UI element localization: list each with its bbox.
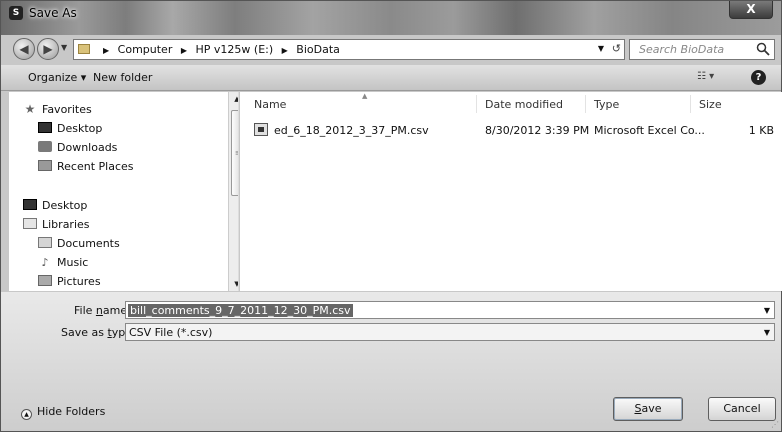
organize-button[interactable]: Organize ▾ bbox=[28, 71, 86, 84]
nav-item-label: Music bbox=[57, 256, 89, 269]
forward-arrow-icon: ▶ bbox=[43, 42, 53, 56]
file-size: 1 KB bbox=[748, 124, 774, 137]
forward-button[interactable]: ▶ bbox=[37, 38, 59, 60]
breadcrumb-separator[interactable]: ▶ bbox=[103, 46, 109, 55]
help-icon[interactable]: ? bbox=[751, 70, 766, 85]
views-button[interactable]: ☷ ▾ bbox=[697, 71, 714, 82]
nav-item-label: Favorites bbox=[42, 103, 92, 116]
column-header-type[interactable]: Type bbox=[594, 98, 619, 111]
file-list: Name ▲ Date modified Type Size ed_6_18_2… bbox=[240, 92, 782, 291]
refresh-icon[interactable]: ↺ bbox=[612, 42, 621, 55]
command-bar: Organize ▾ New folder ☷ ▾ ? bbox=[1, 65, 781, 91]
nav-item-label: Desktop bbox=[42, 199, 88, 212]
back-button[interactable]: ◀ bbox=[13, 38, 35, 60]
hide-folders-toggle[interactable]: ▲ Hide Folders bbox=[21, 405, 105, 420]
nav-item-music[interactable]: ♪ Music bbox=[38, 256, 88, 272]
scroll-up-icon[interactable]: ▲ bbox=[229, 92, 238, 106]
file-name-label: File name: bbox=[74, 304, 131, 317]
excel-csv-file-icon bbox=[254, 123, 268, 136]
column-header-size[interactable]: Size bbox=[699, 98, 722, 111]
music-icon: ♪ bbox=[41, 256, 49, 269]
new-folder-button[interactable]: New folder bbox=[93, 71, 152, 84]
hide-folders-label: Hide Folders bbox=[37, 405, 106, 418]
nav-item-desktop-root[interactable]: Desktop bbox=[23, 199, 87, 215]
column-divider[interactable] bbox=[690, 95, 691, 113]
column-header-name[interactable]: Name bbox=[254, 98, 286, 111]
recent-places-icon bbox=[38, 160, 52, 171]
search-placeholder: Search BioData bbox=[639, 43, 725, 56]
breadcrumb-item-computer[interactable]: Computer bbox=[118, 43, 173, 56]
nav-item-label: Desktop bbox=[57, 122, 103, 135]
nav-item-recent-places[interactable]: Recent Places bbox=[38, 160, 134, 176]
address-bar[interactable]: ▶ Computer ▶ HP v125w (E:) ▶ BioData ▼ ↺ bbox=[73, 39, 625, 60]
label-text: Save as bbox=[61, 326, 108, 339]
nav-item-desktop[interactable]: Desktop bbox=[38, 122, 102, 138]
nav-item-libraries[interactable]: Libraries bbox=[23, 218, 90, 234]
nav-item-downloads[interactable]: Downloads bbox=[38, 141, 117, 157]
chevron-down-icon[interactable]: ▼ bbox=[764, 306, 770, 315]
save-as-type-value: CSV File (*.csv) bbox=[129, 326, 213, 339]
nav-item-label: Documents bbox=[57, 237, 120, 250]
search-icon[interactable] bbox=[756, 42, 770, 56]
desktop-icon bbox=[23, 199, 37, 210]
star-icon: ★ bbox=[24, 102, 36, 116]
collapse-icon: ▲ bbox=[21, 409, 32, 420]
save-as-dialog: S Save As X ◀ ▶ ▼ ▶ Computer ▶ HP v125w … bbox=[0, 0, 782, 432]
file-type: Microsoft Excel Co... bbox=[594, 124, 705, 137]
save-button[interactable]: Save bbox=[613, 397, 683, 421]
back-arrow-icon: ◀ bbox=[19, 42, 29, 56]
desktop-icon bbox=[38, 122, 52, 133]
label-accelerator: n bbox=[95, 304, 103, 317]
title-bar[interactable]: S Save As X bbox=[1, 1, 781, 35]
close-button[interactable]: X bbox=[729, 1, 773, 19]
pictures-icon bbox=[38, 275, 52, 286]
libraries-icon bbox=[23, 218, 37, 229]
app-icon: S bbox=[9, 6, 23, 20]
nav-item-label: Pictures bbox=[57, 275, 101, 288]
file-date-modified: 8/30/2012 3:39 PM bbox=[485, 124, 590, 137]
breadcrumb-separator[interactable]: ▶ bbox=[282, 46, 288, 55]
file-name-value[interactable]: bill_comments_9_7_2011_12_30_PM.csv bbox=[128, 304, 353, 317]
file-row[interactable]: ed_6_18_2012_3_37_PM.csv 8/30/2012 3:39 … bbox=[254, 122, 774, 140]
documents-icon bbox=[38, 237, 52, 248]
search-input[interactable]: Search BioData bbox=[629, 39, 775, 60]
nav-item-pictures[interactable]: Pictures bbox=[38, 275, 101, 291]
cancel-button[interactable]: Cancel bbox=[708, 397, 776, 421]
file-name: ed_6_18_2012_3_37_PM.csv bbox=[274, 124, 429, 137]
breadcrumb-separator[interactable]: ▶ bbox=[181, 46, 187, 55]
save-form: File name: bill_comments_9_7_2011_12_30_… bbox=[1, 292, 781, 431]
window-title: Save As bbox=[29, 6, 77, 20]
save-label: ave bbox=[641, 402, 662, 415]
file-name-field[interactable]: bill_comments_9_7_2011_12_30_PM.csv ▼ bbox=[125, 301, 775, 319]
grip-icon: ≡ bbox=[235, 149, 238, 157]
save-as-type-select[interactable]: CSV File (*.csv) ▼ bbox=[125, 323, 775, 341]
downloads-icon bbox=[38, 141, 52, 152]
nav-item-label: Recent Places bbox=[57, 160, 134, 173]
column-header-date-modified[interactable]: Date modified bbox=[485, 98, 563, 111]
folder-icon bbox=[78, 44, 90, 54]
breadcrumb: ▶ Computer ▶ HP v125w (E:) ▶ BioData bbox=[98, 43, 340, 56]
nav-item-documents[interactable]: Documents bbox=[38, 237, 120, 253]
column-divider[interactable] bbox=[585, 95, 586, 113]
nav-item-favorites[interactable]: ★ Favorites bbox=[23, 102, 92, 118]
chevron-down-icon[interactable]: ▼ bbox=[764, 328, 770, 337]
recent-pages-dropdown[interactable]: ▼ bbox=[61, 43, 67, 52]
address-dropdown-icon[interactable]: ▼ bbox=[598, 44, 604, 53]
breadcrumb-item-biodata[interactable]: BioData bbox=[296, 43, 340, 56]
resize-grip-icon[interactable]: ⋰ bbox=[771, 420, 779, 429]
column-divider[interactable] bbox=[476, 95, 477, 113]
nav-item-label: Libraries bbox=[42, 218, 90, 231]
navigation-pane: ★ Favorites Desktop Downloads Recent Plac… bbox=[9, 92, 239, 291]
breadcrumb-item-drive[interactable]: HP v125w (E:) bbox=[196, 43, 274, 56]
scroll-down-icon[interactable]: ▼ bbox=[229, 277, 238, 291]
nav-item-label: Downloads bbox=[57, 141, 118, 154]
label-text: File bbox=[74, 304, 96, 317]
sort-ascending-icon: ▲ bbox=[362, 92, 368, 100]
scroll-thumb[interactable]: ≡ bbox=[231, 110, 238, 196]
navigation-scrollbar[interactable]: ▲ ≡ ▼ bbox=[228, 92, 238, 291]
